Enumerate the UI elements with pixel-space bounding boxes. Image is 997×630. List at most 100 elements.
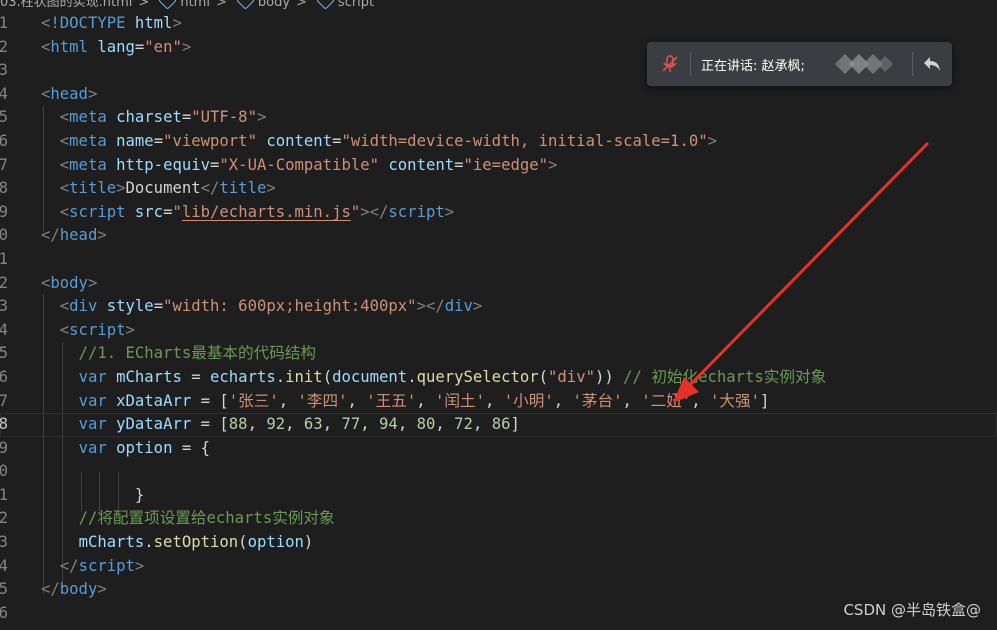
- voice-chat-popup[interactable]: 正在讲话: 赵承枫;: [647, 42, 952, 86]
- line-code: </body>: [41, 578, 107, 602]
- breadcrumb-html[interactable]: html: [180, 0, 210, 9]
- code-token: ,: [397, 415, 417, 434]
- code-token: ,: [360, 415, 380, 434]
- breadcrumb-script[interactable]: script: [338, 0, 374, 9]
- code-token: !DOCTYPE: [50, 14, 126, 32]
- line-number: 8: [0, 415, 8, 434]
- line-code: <head>: [41, 83, 97, 107]
- code-token: <: [41, 273, 51, 292]
- code-token: "ie=edge": [463, 155, 549, 174]
- code-token: ,: [691, 391, 711, 410]
- code-line[interactable]: 6 <meta name="viewport" content="width=d…: [0, 130, 997, 154]
- line-number: 9: [0, 202, 8, 221]
- code-line[interactable]: 1: [0, 248, 997, 272]
- code-token: title: [69, 179, 117, 198]
- line-code: <!DOCTYPE html>: [41, 12, 182, 36]
- code-line[interactable]: 9 var option = {: [0, 437, 997, 461]
- line-code: <script src="lib/echarts.min.js"></scrip…: [41, 201, 454, 225]
- code-line[interactable]: 4 <head>: [0, 83, 997, 107]
- code-token: ,: [416, 391, 436, 410]
- code-token: 88: [228, 415, 248, 434]
- breadcrumb-body[interactable]: body: [258, 0, 290, 9]
- line-number: 0: [0, 462, 8, 481]
- code-token: ": [172, 202, 182, 221]
- code-line[interactable]: 4 <script>: [0, 319, 997, 343]
- code-line[interactable]: 3 <div style="width: 600px;height:400px"…: [0, 295, 997, 319]
- line-number: 2: [0, 37, 8, 56]
- muted-mic-icon[interactable]: [660, 54, 680, 74]
- code-line[interactable]: 8 <title>Document</title>: [0, 177, 997, 201]
- code-token: html: [50, 37, 88, 56]
- code-token: lib/echarts.min.js: [181, 202, 351, 221]
- code-line[interactable]: 0: [0, 460, 997, 484]
- code-token: querySelector: [416, 367, 539, 386]
- code-token: script: [388, 202, 445, 221]
- line-number: 5: [0, 108, 8, 127]
- code-line[interactable]: 5 <meta charset="UTF-8">: [0, 106, 997, 130]
- code-token: =: [153, 297, 164, 316]
- code-token: div: [444, 297, 473, 316]
- code-token: src: [134, 202, 164, 221]
- code-line[interactable]: 8 var yDataArr = [88, 92, 63, 77, 94, 80…: [0, 413, 997, 437]
- line-number: 1: [0, 14, 8, 32]
- breadcrumb-file[interactable]: 03.柱状图的实现.html: [0, 0, 132, 9]
- code-token: >: [134, 556, 145, 575]
- code-token: "width=device-width, initial-scale=1.0": [341, 131, 708, 150]
- code-token: >: [97, 580, 107, 599]
- code-token: 80: [416, 415, 436, 434]
- code-token: body: [50, 273, 88, 292]
- code-token: '张三': [228, 391, 279, 410]
- line-number: 0: [0, 226, 8, 245]
- line-code: //将配置项设置给echarts实例对象: [41, 507, 335, 531]
- code-token: 72: [454, 415, 473, 434]
- code-line[interactable]: 7 <meta http-equiv="X-UA-Compatible" con…: [0, 154, 997, 178]
- line-code: <meta charset="UTF-8">: [41, 106, 267, 130]
- code-token: "X-UA-Compatible": [219, 155, 380, 174]
- code-token: >: [172, 14, 182, 32]
- code-token: .: [275, 367, 286, 386]
- code-token: mCharts: [116, 367, 182, 386]
- reply-arrow-icon[interactable]: [921, 54, 943, 74]
- code-line[interactable]: 4 </script>: [0, 555, 997, 579]
- code-token: "UTF-8": [191, 108, 257, 127]
- code-line[interactable]: 9 <script src="lib/echarts.min.js"></scr…: [0, 201, 997, 225]
- code-token: ": [350, 202, 361, 221]
- code-line[interactable]: 1 <!DOCTYPE html>: [0, 12, 997, 36]
- code-token: setOption: [153, 533, 239, 552]
- divider: [690, 52, 691, 76]
- code-token: >: [472, 297, 483, 316]
- line-number: 4: [0, 556, 8, 575]
- code-token: <: [59, 202, 70, 221]
- code-token: meta: [69, 155, 107, 174]
- line-number: 1: [0, 485, 8, 504]
- code-line[interactable]: 3 mCharts.setOption(option): [0, 531, 997, 555]
- code-token: //将配置项设置给echarts实例对象: [78, 509, 335, 528]
- code-token: '二妞': [641, 391, 692, 410]
- code-token: =: [181, 367, 211, 386]
- code-token: option: [247, 533, 304, 552]
- code-token: option: [116, 438, 173, 457]
- line-code: //1. ECharts最基本的代码结构: [41, 342, 316, 366]
- code-line[interactable]: 5 //1. ECharts最基本的代码结构: [0, 342, 997, 366]
- code-line[interactable]: 2 <body>: [0, 272, 997, 296]
- breadcrumb[interactable]: 03.柱状图的实现.html > html > body > script: [0, 0, 997, 9]
- code-line[interactable]: 6 var mCharts = echarts.init(document.qu…: [0, 366, 997, 390]
- code-token: ></: [416, 297, 445, 316]
- code-line[interactable]: 2 //将配置项设置给echarts实例对象: [0, 507, 997, 531]
- code-line[interactable]: 0 </head>: [0, 224, 997, 248]
- code-line[interactable]: 7 var xDataArr = ['张三', '李四', '王五', '闰土'…: [0, 390, 997, 414]
- code-token: <: [59, 131, 70, 150]
- code-token: yDataArr: [116, 415, 192, 434]
- code-line[interactable]: 1 }: [0, 484, 997, 508]
- code-editor[interactable]: 1 <!DOCTYPE html> 2 <html lang="en"> 3 4 <head…: [0, 12, 997, 625]
- divider: [912, 52, 913, 76]
